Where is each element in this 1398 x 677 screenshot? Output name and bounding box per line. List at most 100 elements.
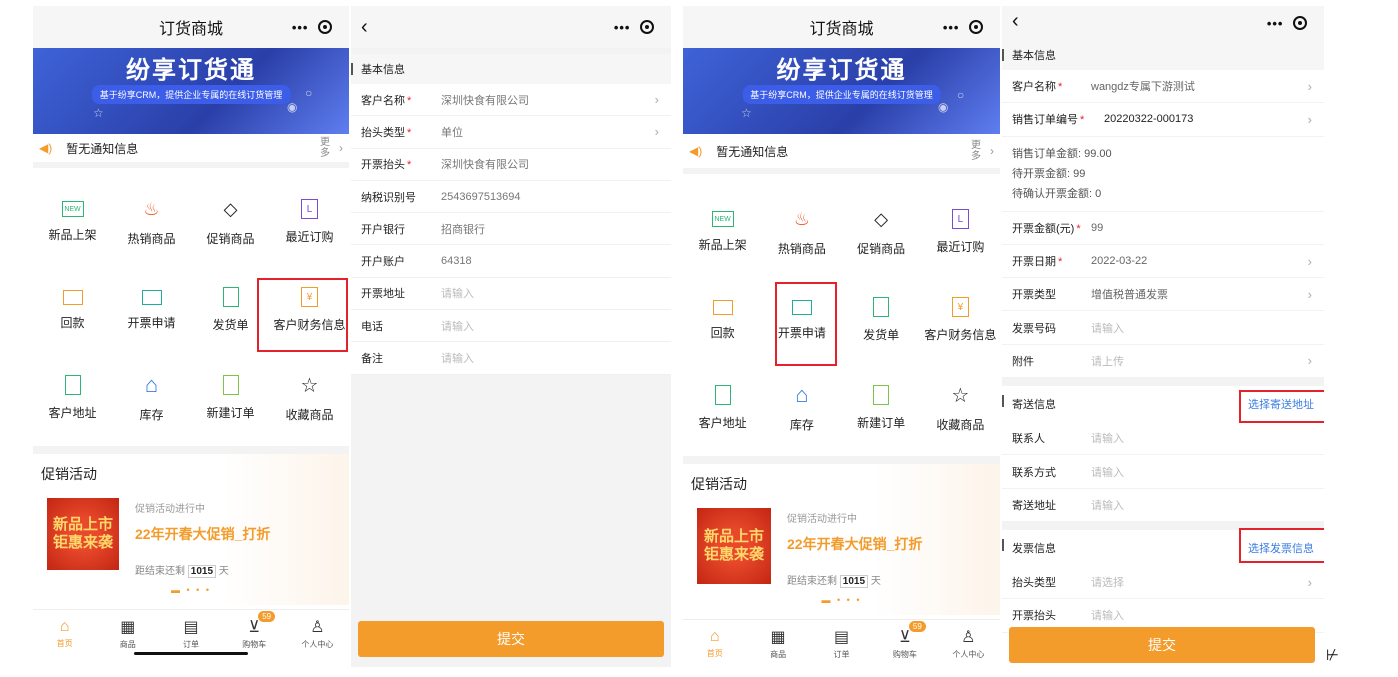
notice-bar[interactable]: ◀) 暂无通知信息 更多 › xyxy=(683,134,1000,174)
section-header-basic: 基本信息 xyxy=(1002,40,1324,70)
grid-item-favorites[interactable]: ☆ 收藏商品 xyxy=(270,354,349,442)
grid-item-recent[interactable]: L 最近订购 xyxy=(270,178,349,266)
grid-item-address[interactable]: 客户地址 xyxy=(33,354,112,442)
tab-profile[interactable]: ♙ 个人中心 xyxy=(937,620,1000,667)
amount-summary: 销售订单金额: 99.00 待开票金额: 99 待确认开票金额: 0 xyxy=(1002,137,1324,212)
promo-image[interactable]: 新品上市 钜惠来袭 xyxy=(697,508,771,584)
cart-icon: ⊻ xyxy=(899,629,911,646)
field-invoice-number[interactable]: 发票号码 请输入 xyxy=(1002,311,1324,345)
promo-countdown: 距结束还剩 1015 天 xyxy=(787,575,881,588)
more-icon[interactable]: ••• xyxy=(1267,16,1284,31)
promo-section[interactable]: 促销活动 新品上市 钜惠来袭 促销活动进行中 22年开春大促销_打折 距结束还剩… xyxy=(33,454,349,605)
grid-item-favorites[interactable]: ☆ 收藏商品 xyxy=(921,364,1000,452)
field-order-number[interactable]: 销售订单编号 * 20220322-000173 › xyxy=(1002,103,1324,137)
field-invoice-amount[interactable]: 开票金额(元) * 99 xyxy=(1002,212,1324,245)
field-attachment[interactable]: 附件 请上传 › xyxy=(1002,345,1324,379)
mini-program-capsule[interactable]: ••• xyxy=(1256,9,1318,37)
chevron-right-icon: › xyxy=(1307,78,1312,94)
chevron-right-icon: › xyxy=(654,92,659,108)
promo-section[interactable]: 促销活动 新品上市 钜惠来袭 促销活动进行中 22年开春大促销_打折 距结束还剩… xyxy=(683,464,1000,615)
grid-label: 促销商品 xyxy=(206,232,255,246)
grid-item-new-order[interactable]: 新建订单 xyxy=(191,354,270,442)
field-invoice-title[interactable]: 开票抬头 * 深圳快食有限公司 xyxy=(351,148,671,181)
promo-name[interactable]: 22年开春大促销_打折 xyxy=(787,534,922,554)
grid-item-payment[interactable]: 回款 xyxy=(683,276,762,364)
submit-button[interactable]: 提交 xyxy=(1009,627,1315,663)
field-mail-address[interactable]: 寄送地址 请输入 xyxy=(1002,489,1324,522)
tab-home[interactable]: ⌂ 首页 xyxy=(683,620,746,667)
grid-item-finance[interactable]: ¥ 客户财务信息 xyxy=(921,276,1000,364)
tab-products[interactable]: ▦ 商品 xyxy=(96,610,159,657)
promo-image[interactable]: 新品上市 钜惠来袭 xyxy=(47,498,119,570)
tab-cart[interactable]: ⊻ 购物车 59 xyxy=(873,620,936,667)
grid-item-new[interactable]: NEW 新品上架 xyxy=(33,178,112,266)
more-icon[interactable]: ••• xyxy=(292,20,309,35)
grid-item-address[interactable]: 客户地址 xyxy=(683,364,762,452)
grid-icon: ▦ xyxy=(770,629,786,646)
field-invoice-type[interactable]: 开票类型 增值税普通发票 › xyxy=(1002,278,1324,312)
submit-button[interactable]: 提交 xyxy=(358,621,664,657)
grid-item-new-order[interactable]: 新建订单 xyxy=(842,364,921,452)
grid-item-hot[interactable]: ♨ 热销商品 xyxy=(112,178,191,266)
mini-program-capsule[interactable]: ••• xyxy=(603,13,665,41)
banner[interactable]: 纷享订货通 基于纷享CRM，提供企业专属的在线订货管理 ☆ ◉ ○ xyxy=(683,48,1000,134)
field-invoice-date[interactable]: 开票日期 * 2022-03-22 › xyxy=(1002,245,1324,279)
back-icon[interactable]: ‹ xyxy=(1012,10,1019,33)
field-account[interactable]: 开户账户 64318 xyxy=(351,245,671,278)
more-link[interactable]: 更多 xyxy=(970,140,982,162)
tab-bar: ⌂ 首页 ▦ 商品 ▤ 订单 ⊻ 购物车 59 ♙ 个人中心 xyxy=(683,619,1000,667)
tab-orders[interactable]: ▤ 订单 xyxy=(159,610,222,657)
chevron-right-icon: › xyxy=(1307,253,1312,269)
field-tax-id[interactable]: 纳税识别号 2543697513694 xyxy=(351,180,671,214)
field-remark[interactable]: 备注 请输入 xyxy=(351,342,671,375)
grid-item-recent[interactable]: L 最近订购 xyxy=(921,188,1000,276)
payment-icon xyxy=(712,299,733,315)
field-phone[interactable]: 电话 请输入 xyxy=(351,310,671,343)
field-invoice-address[interactable]: 开票地址 请输入 xyxy=(351,277,671,311)
warehouse-icon: ⌂ xyxy=(795,382,809,407)
grid-item-new[interactable]: NEW 新品上架 xyxy=(683,188,762,276)
grid-item-stock[interactable]: ⌂ 库存 xyxy=(112,354,191,442)
grid-item-invoice[interactable]: 开票申请 xyxy=(112,266,191,354)
promo-status: 促销活动进行中 xyxy=(135,504,205,515)
tag-icon: ◇ xyxy=(223,198,238,219)
tab-profile[interactable]: ♙ 个人中心 xyxy=(286,610,349,657)
back-icon[interactable]: ‹ xyxy=(361,16,368,39)
more-icon[interactable]: ••• xyxy=(943,20,960,35)
grid-item-hot[interactable]: ♨ 热销商品 xyxy=(762,188,841,276)
more-icon[interactable]: ••• xyxy=(614,20,631,35)
field-bank[interactable]: 开户银行 招商银行 xyxy=(351,213,671,246)
banner-subtitle: 基于纷享CRM，提供企业专属的在线订货管理 xyxy=(91,85,291,104)
more-link[interactable]: 更多 xyxy=(319,137,331,159)
grid-item-shipping[interactable]: 发货单 xyxy=(842,276,921,364)
finance-fields: 客户名称 * 深圳快食有限公司 › 抬头类型 * 单位 › 开票抬头 * 深圳快食有限公司 纳税… xyxy=(351,84,671,375)
field-contact-phone[interactable]: 联系方式 请输入 xyxy=(1002,455,1324,489)
field-customer-name[interactable]: 客户名称 * 深圳快食有限公司 › xyxy=(351,84,671,117)
banner[interactable]: 纷享订货通 基于纷享CRM，提供企业专属的在线订货管理 ☆ ◉ ○ xyxy=(33,48,349,134)
tab-home[interactable]: ⌂ 首页 xyxy=(33,610,96,657)
grid-label: 客户地址 xyxy=(48,406,97,420)
close-target-icon[interactable] xyxy=(318,20,333,34)
chevron-right-icon: › xyxy=(1307,286,1312,302)
notice-bar[interactable]: ◀) 暂无通知信息 更多 › xyxy=(33,134,349,168)
grid-item-payment[interactable]: 回款 xyxy=(33,266,112,354)
home-icon: ⌂ xyxy=(59,618,70,635)
grid-item-stock[interactable]: ⌂ 库存 xyxy=(762,364,841,452)
field-header-type[interactable]: 抬头类型 * 单位 › xyxy=(351,116,671,149)
tab-products[interactable]: ▦ 商品 xyxy=(746,620,809,667)
mini-program-capsule[interactable]: ••• xyxy=(281,13,343,41)
grid-item-promo[interactable]: ◇ 促销商品 xyxy=(842,188,921,276)
grid-label: 回款 xyxy=(710,325,735,340)
close-target-icon[interactable] xyxy=(969,20,984,34)
mini-program-capsule[interactable]: ••• xyxy=(932,13,994,41)
close-target-icon[interactable] xyxy=(1293,16,1308,30)
speaker-icon: ◀) xyxy=(39,141,53,155)
field-header-type[interactable]: 抬头类型 请选择 › xyxy=(1002,566,1324,600)
grid-item-promo[interactable]: ◇ 促销商品 xyxy=(191,178,270,266)
promo-name[interactable]: 22年开春大促销_打折 xyxy=(135,524,270,544)
field-customer-name[interactable]: 客户名称 * wangdz专属下游测试 › xyxy=(1002,70,1324,104)
close-target-icon[interactable] xyxy=(640,20,655,34)
tab-orders[interactable]: ▤ 订单 xyxy=(810,620,873,667)
tab-cart[interactable]: ⊻ 购物车 59 xyxy=(223,610,286,657)
field-contact[interactable]: 联系人 请输入 xyxy=(1002,422,1324,456)
